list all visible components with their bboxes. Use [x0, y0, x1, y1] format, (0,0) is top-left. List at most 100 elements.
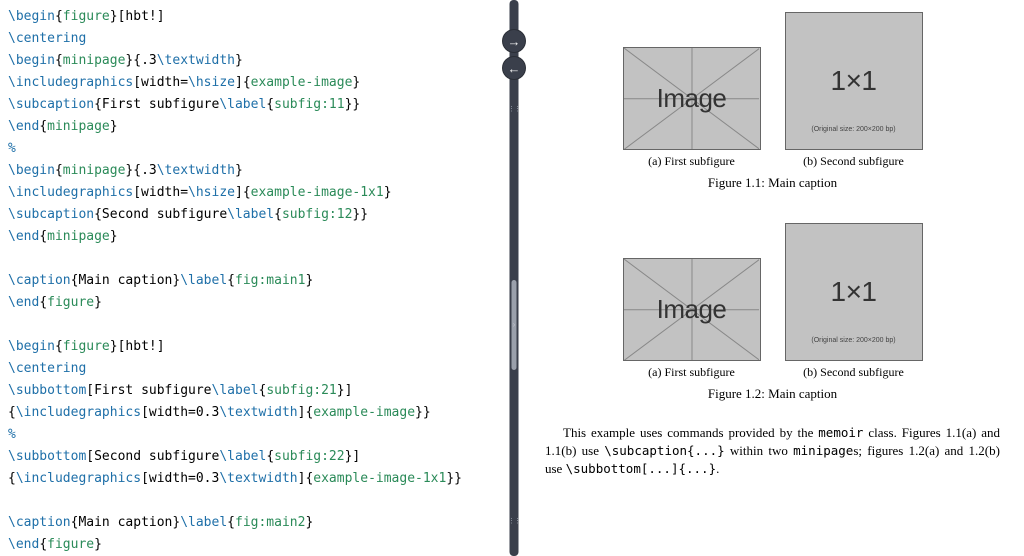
code-token: }] — [337, 383, 353, 398]
subfigure-2a: Image (a) First subfigure — [623, 258, 761, 380]
code-comment: % — [8, 427, 16, 442]
code-token: example-image — [313, 405, 415, 420]
code-token: ]{ — [298, 405, 314, 420]
code-token: { — [274, 207, 282, 222]
code-token: figure — [63, 339, 110, 354]
code-token: example-image-1x1 — [251, 185, 384, 200]
code-token: example-image-1x1 — [313, 471, 446, 486]
code-token: { — [266, 449, 274, 464]
image-label: Image — [657, 294, 727, 325]
subfigure-1b: 1×1 (Original size: 200×200 bp) (b) Seco… — [785, 12, 923, 169]
code-token: [Second subfigure — [86, 449, 219, 464]
code-token: } — [305, 273, 313, 288]
code-token: { — [8, 471, 16, 486]
sync-forward-button[interactable]: → — [503, 30, 525, 52]
pane-divider[interactable]: ⋮⋮ › ⋮⋮ → ← — [507, 0, 521, 556]
image-label: Image — [657, 83, 727, 114]
code-token: {.3 — [133, 53, 156, 68]
image-label: 1×1 — [831, 65, 877, 97]
code-token: [hbt!] — [118, 9, 165, 24]
sync-back-button[interactable]: ← — [503, 57, 525, 79]
code-token: \caption — [8, 515, 71, 530]
code-token: \textwidth — [219, 471, 297, 486]
code-token: \includegraphics — [16, 405, 141, 420]
code-token: \centering — [8, 361, 86, 376]
code-token: \centering — [8, 31, 86, 46]
code-token: {Main caption} — [71, 273, 181, 288]
code-token: example-image — [251, 75, 353, 90]
code-token: \end — [8, 537, 39, 552]
divider-rail: ⋮⋮ › ⋮⋮ — [510, 0, 519, 556]
code-token: minipage — [63, 53, 126, 68]
placeholder-image-1x1: 1×1 (Original size: 200×200 bp) — [785, 223, 923, 361]
code-token: \subcaption — [8, 207, 94, 222]
code-token: \end — [8, 229, 39, 244]
body-paragraph: This example uses commands provided by t… — [545, 424, 1000, 478]
code-token: \begin — [8, 163, 55, 178]
code-token: \includegraphics — [8, 185, 133, 200]
code-token: { — [227, 515, 235, 530]
code-token: \subcaption — [8, 97, 94, 112]
code-token: minipage — [63, 163, 126, 178]
code-token: {Main caption} — [71, 515, 181, 530]
code-token: ]{ — [298, 471, 314, 486]
code-token: \label — [219, 449, 266, 464]
subcaption-1b: (b) Second subfigure — [803, 154, 904, 169]
code-blank — [8, 317, 16, 332]
code-token: [hbt!] — [118, 339, 165, 354]
figure-caption-1: Figure 1.1: Main caption — [545, 175, 1000, 191]
code-token: \end — [8, 119, 39, 134]
code-token: [width=0.3 — [141, 405, 219, 420]
code-token: \textwidth — [157, 163, 235, 178]
code-token: \begin — [8, 53, 55, 68]
code-token: \label — [227, 207, 274, 222]
code-token: \includegraphics — [16, 471, 141, 486]
code-token: \label — [180, 515, 227, 530]
code-token: \subbottom — [8, 449, 86, 464]
code-token: \subbottom — [8, 383, 86, 398]
code-token: subfig:21 — [266, 383, 336, 398]
code-token: [width=0.3 — [141, 471, 219, 486]
code-token: { — [227, 273, 235, 288]
code-token: \begin — [8, 9, 55, 24]
pdf-preview[interactable]: Image (a) First subfigure 1×1 (Original … — [521, 0, 1024, 556]
code-token: \textwidth — [219, 405, 297, 420]
arrow-right-icon: → — [508, 34, 521, 49]
code-token: { — [266, 97, 274, 112]
subcaption-1a: (a) First subfigure — [648, 154, 735, 169]
code-token: {First subfigure — [94, 97, 219, 112]
code-token: } — [384, 185, 392, 200]
arrow-left-icon: ← — [508, 61, 521, 76]
code-token: } — [352, 75, 360, 90]
drag-handle-icon[interactable]: ⋮⋮ — [508, 520, 520, 524]
code-token: }} — [446, 471, 462, 486]
code-token: subfig:22 — [274, 449, 344, 464]
code-token: } — [305, 515, 313, 530]
code-token: \label — [219, 97, 266, 112]
code-token: [width= — [133, 185, 188, 200]
code-token: figure — [47, 295, 94, 310]
code-token: {.3 — [133, 163, 156, 178]
app-root: \begin { figure} [hbt!] \centering \begin { m… — [0, 0, 1024, 556]
code-token: \label — [212, 383, 259, 398]
image-label: 1×1 — [831, 276, 877, 308]
code-blank — [8, 493, 16, 508]
code-token: }} — [352, 207, 368, 222]
code-token: subfig:12 — [282, 207, 352, 222]
subfigure-2b: 1×1 (Original size: 200×200 bp) (b) Seco… — [785, 223, 923, 380]
code-token: subfig:11 — [274, 97, 344, 112]
code-token: \label — [180, 273, 227, 288]
code-token: [width= — [133, 75, 188, 90]
code-editor[interactable]: \begin { figure} [hbt!] \centering \begin { m… — [0, 0, 507, 556]
code-token: \hsize — [188, 185, 235, 200]
image-size-note: (Original size: 200×200 bp) — [811, 337, 895, 344]
placeholder-image: Image — [623, 47, 761, 150]
chevron-right-icon[interactable]: › — [513, 320, 516, 329]
code-token: }] — [345, 449, 361, 464]
code-token: figure — [47, 537, 94, 552]
code-token: ]{ — [235, 75, 251, 90]
code-token: minipage — [47, 229, 110, 244]
code-token: figure — [63, 9, 110, 24]
code-token: \end — [8, 295, 39, 310]
drag-handle-icon[interactable]: ⋮⋮ — [508, 108, 520, 112]
